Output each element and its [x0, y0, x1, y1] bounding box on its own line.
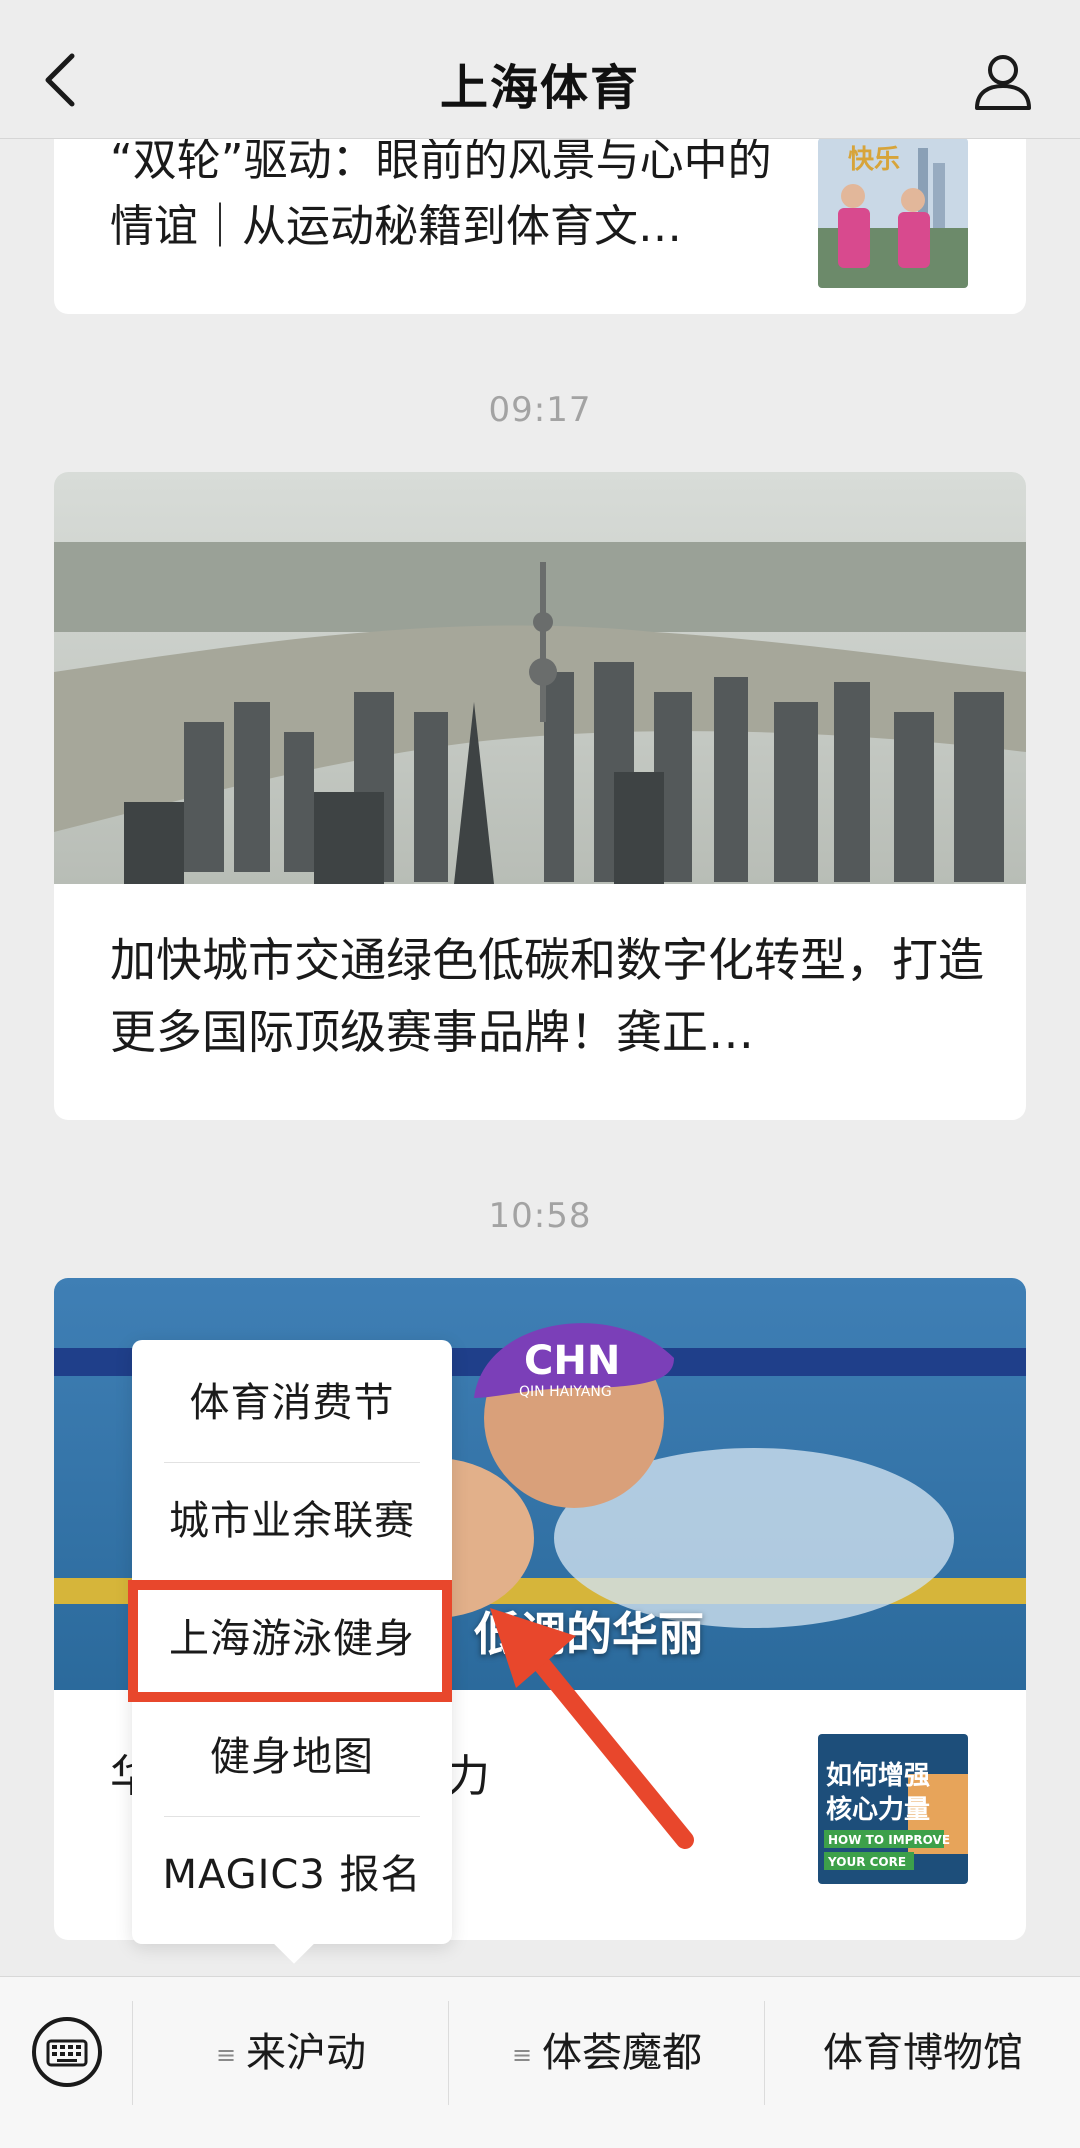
article-card[interactable]: 加快城市交通绿色低碳和数字化转型，打造更多国际顶级赛事品牌！龚正… [54, 472, 1026, 1120]
submenu-indicator-icon: ≡ [215, 2041, 237, 2069]
page-title: 上海体育 [439, 60, 640, 116]
menu-label: 来沪动 [246, 2030, 367, 2076]
article-title: 加快城市交通绿色低碳和数字化转型，打造更多国际顶级赛事品牌！龚正… [110, 933, 984, 1059]
menu-tab-laihudong[interactable]: ≡ 来沪动 [134, 1977, 448, 2129]
timestamp: 10:58 [488, 1196, 592, 1236]
article-title: “双轮”驱动：眼前的风景与心中的情谊｜从运动秘籍到体育文… [110, 135, 772, 252]
submenu-item[interactable]: 健身地图 [132, 1698, 452, 1816]
cap-name: QIN HAIYANG [519, 1384, 612, 1400]
article-thumbnail: 快乐 [818, 138, 968, 288]
submenu-item[interactable]: 城市业余联赛 [132, 1462, 452, 1580]
menu-label: 体荟魔都 [542, 2030, 703, 2076]
keyboard-icon[interactable] [30, 2015, 104, 2089]
thumbnail-text: 快乐 [848, 145, 900, 175]
nav-bar: 上海体育 [0, 0, 1080, 139]
thumbnail-text: YOUR CORE [827, 1855, 906, 1869]
bottom-menu-bar: ≡ 来沪动 ≡ 体荟魔都 体育博物馆 [0, 1976, 1080, 2148]
submenu-item[interactable]: MAGIC3 报名 [132, 1816, 452, 1934]
divider [448, 2001, 449, 2105]
highlight-box [128, 1580, 452, 1702]
cover-image-city-skyline [54, 472, 1026, 884]
profile-icon[interactable] [972, 50, 1034, 112]
divider [764, 2001, 765, 2105]
cap-text: CHN [524, 1338, 620, 1384]
thumbnail-text: 核心力量 [826, 1794, 930, 1825]
thumbnail-text: HOW TO IMPROVE [828, 1833, 950, 1847]
menu-tab-sports-museum[interactable]: 体育博物馆 [766, 1977, 1080, 2129]
submenu-item[interactable]: 体育消费节 [132, 1344, 452, 1462]
menu-tab-tihuimodu[interactable]: ≡ 体荟魔都 [450, 1977, 764, 2129]
menu-label: 体育博物馆 [823, 2030, 1023, 2076]
article-thumbnail: 如何增强 核心力量 HOW TO IMPROVE YOUR CORE [818, 1734, 968, 1884]
submenu-indicator-icon: ≡ [511, 2041, 533, 2069]
timestamp: 09:17 [488, 390, 592, 430]
pointer-arrow-icon [490, 1608, 694, 1849]
thumbnail-text: 如何增强 [826, 1760, 930, 1791]
divider [132, 2001, 133, 2105]
